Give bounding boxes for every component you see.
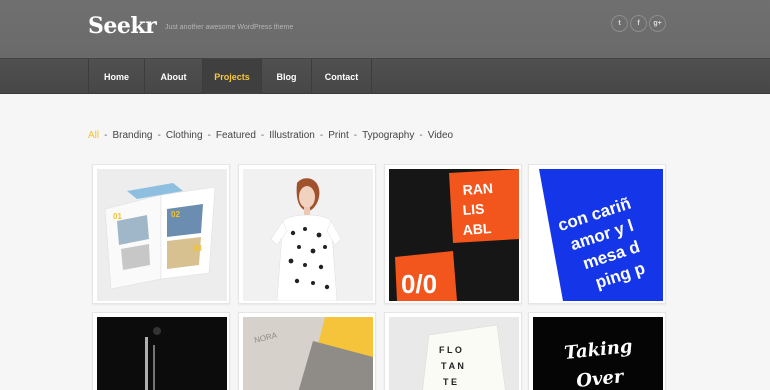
main-nav: Home About Projects Blog Contact bbox=[0, 58, 770, 94]
svg-text:RAN: RAN bbox=[462, 180, 493, 198]
portfolio-item-posters[interactable]: RAN LIS ABL 0/0 bbox=[384, 164, 522, 304]
nav-item-blog[interactable]: Blog bbox=[262, 59, 312, 94]
svg-text:T E: T E bbox=[443, 377, 457, 387]
lettering-thumb: Taking Over bbox=[533, 317, 663, 390]
svg-text:ABL: ABL bbox=[462, 220, 492, 238]
filter-all[interactable]: All bbox=[88, 130, 99, 141]
portfolio-filter: All - Branding - Clothing - Featured - Illustrat… bbox=[88, 130, 454, 141]
nav-item-contact[interactable]: Contact bbox=[312, 59, 372, 94]
portfolio-item-dark-photo[interactable] bbox=[92, 312, 230, 390]
blue-card-thumb: con cariñ amor y l mesa d ping p bbox=[533, 169, 663, 301]
portfolio-item-brochure[interactable]: 01 02 03 bbox=[92, 164, 230, 304]
notebook-thumb: NORA bbox=[243, 317, 373, 390]
filter-clothing[interactable]: Clothing bbox=[166, 130, 203, 141]
filter-illustration[interactable]: Illustration bbox=[269, 130, 315, 141]
facebook-icon[interactable]: f bbox=[630, 15, 647, 32]
filter-featured[interactable]: Featured bbox=[216, 130, 256, 141]
svg-text:Over: Over bbox=[575, 366, 626, 390]
svg-text:02: 02 bbox=[171, 210, 180, 219]
filter-branding[interactable]: Branding bbox=[112, 130, 152, 141]
google-plus-icon[interactable]: g+ bbox=[649, 15, 666, 32]
svg-text:T A N: T A N bbox=[441, 361, 464, 371]
portfolio-item-typography[interactable]: con cariñ amor y l mesa d ping p bbox=[528, 164, 666, 304]
portfolio-item-clothing[interactable] bbox=[238, 164, 376, 304]
filter-print[interactable]: Print bbox=[328, 130, 349, 141]
twitter-icon[interactable]: t bbox=[611, 15, 628, 32]
nav-item-home[interactable]: Home bbox=[89, 59, 145, 94]
filter-typography[interactable]: Typography bbox=[362, 130, 414, 141]
site-logo[interactable]: Seekr bbox=[88, 13, 157, 39]
orange-posters-thumb: RAN LIS ABL 0/0 bbox=[389, 169, 519, 301]
portfolio-item-lettering[interactable]: Taking Over bbox=[528, 312, 666, 390]
site-tagline: Just another awesome WordPress theme bbox=[165, 24, 294, 31]
svg-text:03: 03 bbox=[193, 244, 202, 253]
portfolio-item-notebook[interactable]: NORA bbox=[238, 312, 376, 390]
type-book-thumb: F L O T A N T E bbox=[389, 317, 519, 390]
filter-video[interactable]: Video bbox=[428, 130, 453, 141]
dark-photo-thumb bbox=[97, 317, 227, 390]
svg-text:0/0: 0/0 bbox=[401, 269, 437, 299]
brochure-thumb: 01 02 03 bbox=[97, 169, 227, 301]
site-header: Seekr Just another awesome WordPress the… bbox=[0, 0, 770, 58]
portfolio-item-type-book[interactable]: F L O T A N T E bbox=[384, 312, 522, 390]
svg-text:01: 01 bbox=[113, 212, 122, 221]
model-tshirt-thumb bbox=[243, 169, 373, 301]
nav-item-about[interactable]: About bbox=[145, 59, 203, 94]
svg-text:LIS: LIS bbox=[462, 201, 485, 218]
svg-text:F L O: F L O bbox=[439, 345, 462, 355]
nav-item-projects[interactable]: Projects bbox=[203, 59, 262, 94]
